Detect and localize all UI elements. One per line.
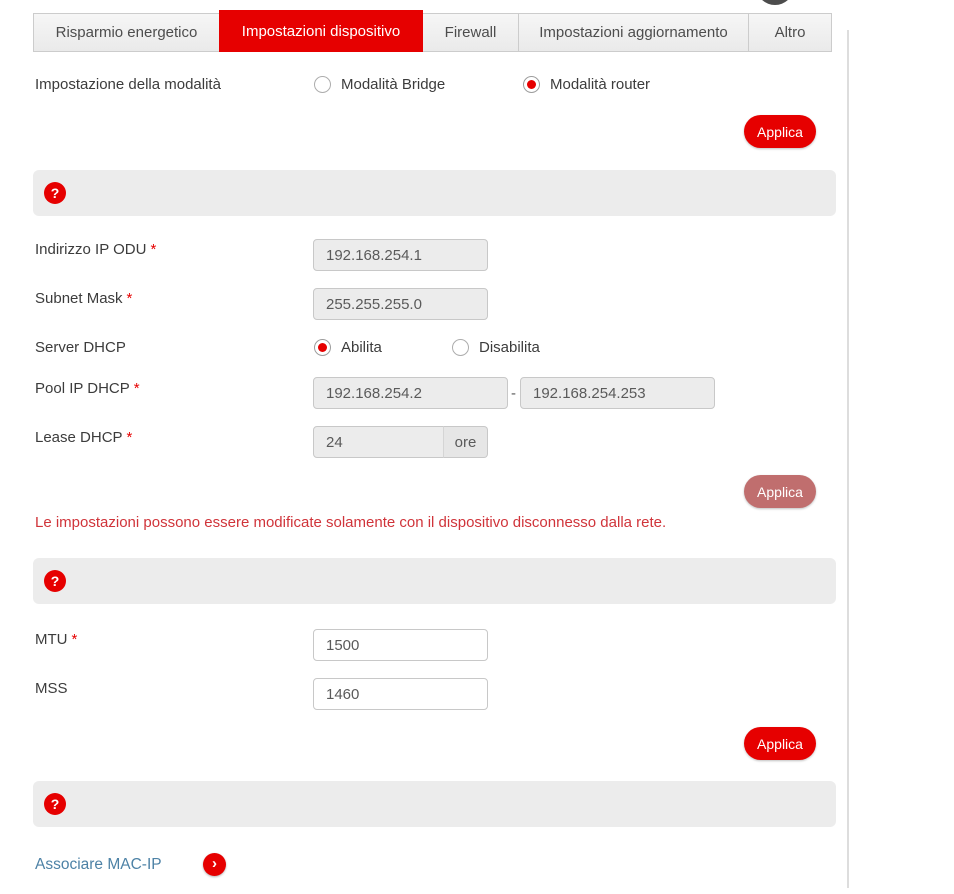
- dhcp-lease-label: Lease DHCP*: [35, 429, 132, 446]
- tab-risparmio-energetico[interactable]: Risparmio energetico: [33, 13, 220, 52]
- radio-abilita-circle-icon[interactable]: [314, 339, 331, 356]
- radio-bridge-circle-icon[interactable]: [314, 76, 331, 93]
- mac-ip-expand-button[interactable]: ›: [203, 853, 226, 876]
- odu-ip-required-mark: *: [150, 241, 156, 258]
- mtu-help-icon[interactable]: ?: [44, 570, 66, 592]
- pool-range-separator: -: [511, 385, 516, 402]
- dhcp-lease-label-text: Lease DHCP: [35, 429, 123, 446]
- radio-disabilita-circle-icon[interactable]: [452, 339, 469, 356]
- radio-modalita-bridge[interactable]: Modalità Bridge: [314, 76, 445, 93]
- dhcp-pool-label-text: Pool IP DHCP: [35, 380, 130, 397]
- subnet-mask-input: [313, 288, 488, 320]
- mtu-input[interactable]: [313, 629, 488, 661]
- mss-label: MSS: [35, 680, 68, 697]
- apply-mtu-button[interactable]: Applica: [744, 727, 816, 760]
- apply-mode-button[interactable]: Applica: [744, 115, 816, 148]
- pool-required-mark: *: [134, 380, 140, 397]
- tab-impostazioni-aggiornamento[interactable]: Impostazioni aggiornamento: [518, 13, 749, 52]
- mtu-label-text: MTU: [35, 631, 68, 648]
- mac-section-band: ?: [33, 781, 836, 827]
- radio-bridge-label: Modalità Bridge: [341, 76, 445, 93]
- tab-firewall[interactable]: Firewall: [422, 13, 519, 52]
- lan-section-band: ?: [33, 170, 836, 216]
- odu-ip-input: [313, 239, 488, 271]
- radio-abilita-label: Abilita: [341, 339, 382, 356]
- mtu-required-mark: *: [72, 631, 78, 648]
- subnet-mask-label: Subnet Mask*: [35, 290, 132, 307]
- mac-help-icon[interactable]: ?: [44, 793, 66, 815]
- tab-impostazioni-dispositivo[interactable]: Impostazioni dispositivo: [219, 10, 423, 52]
- radio-modalita-router[interactable]: Modalità router: [523, 76, 650, 93]
- dhcp-pool-start-input: [313, 377, 508, 409]
- radio-disabilita-label: Disabilita: [479, 339, 540, 356]
- odu-ip-label-text: Indirizzo IP ODU: [35, 241, 146, 258]
- associare-mac-ip-link[interactable]: Associare MAC-IP: [35, 856, 162, 874]
- subnet-required-mark: *: [127, 290, 133, 307]
- radio-router-label: Modalità router: [550, 76, 650, 93]
- settings-tabbar: Risparmio energetico Impostazioni dispos…: [33, 10, 836, 52]
- apply-lan-button[interactable]: Applica: [744, 475, 816, 508]
- odu-ip-label: Indirizzo IP ODU*: [35, 241, 156, 258]
- chevron-right-icon: ›: [212, 855, 217, 872]
- subnet-mask-label-text: Subnet Mask: [35, 290, 123, 307]
- mtu-label: MTU*: [35, 631, 77, 648]
- mtu-section-band: ?: [33, 558, 836, 604]
- tab-altro[interactable]: Altro: [748, 13, 832, 52]
- lan-warning-text: Le impostazioni possono essere modificat…: [35, 514, 666, 531]
- radio-dhcp-abilita[interactable]: Abilita: [314, 339, 382, 356]
- lease-unit-addon: ore: [443, 426, 488, 458]
- lease-required-mark: *: [127, 429, 133, 446]
- mss-input[interactable]: [313, 678, 488, 710]
- panel-right-divider: [847, 30, 849, 888]
- mode-setting-label: Impostazione della modalità: [35, 76, 221, 93]
- dhcp-pool-end-input: [520, 377, 715, 409]
- dhcp-server-label: Server DHCP: [35, 339, 126, 356]
- lan-help-icon[interactable]: ?: [44, 182, 66, 204]
- radio-dhcp-disabilita[interactable]: Disabilita: [452, 339, 540, 356]
- dhcp-lease-input: [313, 426, 444, 458]
- radio-router-circle-icon[interactable]: [523, 76, 540, 93]
- dhcp-pool-label: Pool IP DHCP*: [35, 380, 140, 397]
- cutoff-circle-decoration: [757, 0, 793, 5]
- device-settings-page: Risparmio energetico Impostazioni dispos…: [0, 0, 954, 894]
